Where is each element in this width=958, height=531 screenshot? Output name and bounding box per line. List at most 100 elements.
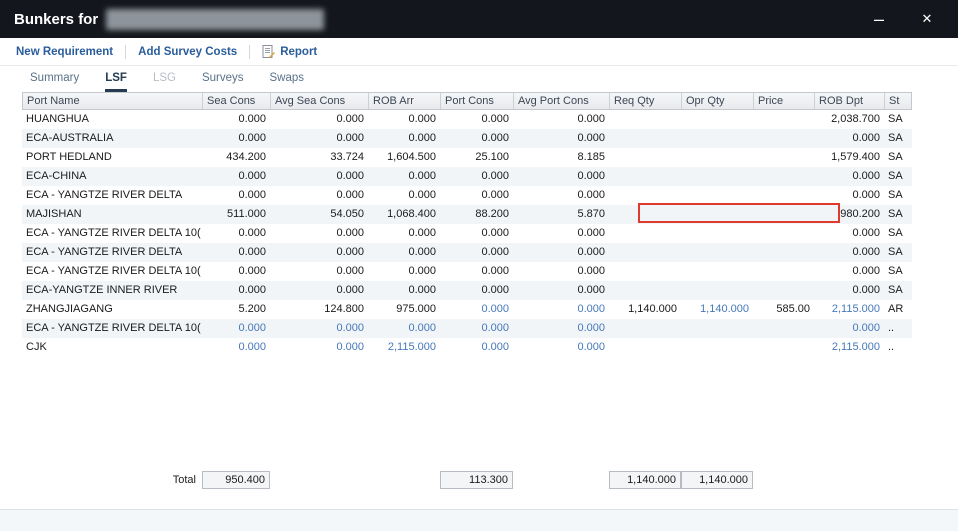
cell[interactable]: SA	[884, 205, 912, 224]
cell[interactable]: 0.000	[440, 110, 513, 129]
cell[interactable]: SA	[884, 167, 912, 186]
table-row[interactable]: MAJISHAN511.00054.0501,068.40088.2005.87…	[22, 205, 912, 224]
cell[interactable]: 0.000	[440, 338, 513, 357]
cell[interactable]: 0.000	[202, 338, 270, 357]
table-row[interactable]: ECA - YANGTZE RIVER DELTA0.0000.0000.000…	[22, 243, 912, 262]
cell[interactable]: 0.000	[440, 281, 513, 300]
cell[interactable]: 1,579.400	[814, 148, 884, 167]
cell[interactable]: SA	[884, 262, 912, 281]
table-row[interactable]: ECA - YANGTZE RIVER DELTA 10(0.0000.0000…	[22, 319, 912, 338]
cell[interactable]: 0.000	[368, 319, 440, 338]
cell[interactable]: 54.050	[270, 205, 368, 224]
table-row[interactable]: HUANGHUA0.0000.0000.0000.0000.0002,038.7…	[22, 110, 912, 129]
cell[interactable]: 0.000	[202, 110, 270, 129]
cell[interactable]: 0.000	[202, 129, 270, 148]
cell[interactable]: 0.000	[202, 243, 270, 262]
cell[interactable]: ECA-CHINA	[22, 167, 202, 186]
column-header-rob-arr[interactable]: ROB Arr	[369, 93, 441, 109]
cell[interactable]: 975.000	[368, 300, 440, 319]
table-row[interactable]: ECA - YANGTZE RIVER DELTA0.0000.0000.000…	[22, 186, 912, 205]
cell[interactable]: 0.000	[814, 186, 884, 205]
cell[interactable]: 1,068.400	[368, 205, 440, 224]
cell[interactable]: 0.000	[270, 110, 368, 129]
cell[interactable]	[681, 167, 753, 186]
cell[interactable]: 25.100	[440, 148, 513, 167]
cell[interactable]: 0.000	[814, 262, 884, 281]
column-header-price[interactable]: Price	[754, 93, 815, 109]
cell[interactable]: 0.000	[270, 129, 368, 148]
cell[interactable]: 0.000	[368, 110, 440, 129]
cell[interactable]: 88.200	[440, 205, 513, 224]
cell[interactable]: ECA - YANGTZE RIVER DELTA	[22, 243, 202, 262]
cell[interactable]: ECA - YANGTZE RIVER DELTA 10(	[22, 262, 202, 281]
cell[interactable]: 1,604.500	[368, 148, 440, 167]
cell[interactable]: 0.000	[513, 300, 609, 319]
cell[interactable]: 0.000	[368, 243, 440, 262]
cell[interactable]	[609, 148, 681, 167]
cell[interactable]: 0.000	[202, 281, 270, 300]
new-requirement-button[interactable]: New Requirement	[16, 46, 125, 58]
cell[interactable]	[609, 205, 681, 224]
cell[interactable]: 585.00	[753, 300, 814, 319]
cell[interactable]: 0.000	[440, 224, 513, 243]
cell[interactable]: 980.200	[814, 205, 884, 224]
cell[interactable]: 2,115.000	[814, 300, 884, 319]
cell[interactable]	[609, 224, 681, 243]
add-survey-costs-button[interactable]: Add Survey Costs	[126, 46, 249, 58]
cell[interactable]: 0.000	[814, 224, 884, 243]
cell[interactable]: 0.000	[270, 167, 368, 186]
cell[interactable]	[753, 243, 814, 262]
cell[interactable]: 2,038.700	[814, 110, 884, 129]
table-row[interactable]: ECA-CHINA0.0000.0000.0000.0000.0000.000S…	[22, 167, 912, 186]
cell[interactable]	[753, 262, 814, 281]
column-header-port-name[interactable]: Port Name	[23, 93, 203, 109]
column-header-port-cons[interactable]: Port Cons	[441, 93, 514, 109]
cell[interactable]: PORT HEDLAND	[22, 148, 202, 167]
cell[interactable]: 0.000	[513, 319, 609, 338]
cell[interactable]: 33.724	[270, 148, 368, 167]
cell[interactable]: 0.000	[440, 243, 513, 262]
cell[interactable]: 0.000	[270, 338, 368, 357]
cell[interactable]	[681, 319, 753, 338]
tab-surveys[interactable]: Surveys	[202, 72, 244, 92]
cell[interactable]: SA	[884, 224, 912, 243]
column-header-opr-qty[interactable]: Opr Qty	[682, 93, 754, 109]
cell[interactable]: HUANGHUA	[22, 110, 202, 129]
cell[interactable]: SA	[884, 186, 912, 205]
cell[interactable]: 0.000	[513, 224, 609, 243]
cell[interactable]: ECA - YANGTZE RIVER DELTA 10(	[22, 224, 202, 243]
cell[interactable]	[753, 224, 814, 243]
cell[interactable]: ECA - YANGTZE RIVER DELTA	[22, 186, 202, 205]
cell[interactable]: 0.000	[814, 167, 884, 186]
cell[interactable]: ..	[884, 319, 912, 338]
tab-lsg[interactable]: LSG	[153, 72, 176, 92]
cell[interactable]: 2,115.000	[368, 338, 440, 357]
tab-summary[interactable]: Summary	[30, 72, 79, 92]
cell[interactable]: 0.000	[440, 186, 513, 205]
cell[interactable]: AR	[884, 300, 912, 319]
cell[interactable]	[753, 148, 814, 167]
cell[interactable]	[681, 243, 753, 262]
cell[interactable]	[681, 205, 753, 224]
cell[interactable]	[609, 243, 681, 262]
cell[interactable]	[681, 110, 753, 129]
cell[interactable]: 0.000	[814, 243, 884, 262]
cell[interactable]	[681, 224, 753, 243]
column-header-avg-port-cons[interactable]: Avg Port Cons	[514, 93, 610, 109]
table-row[interactable]: CJK0.0000.0002,115.0000.0000.0002,115.00…	[22, 338, 912, 357]
cell[interactable]: 0.000	[202, 319, 270, 338]
cell[interactable]	[753, 167, 814, 186]
cell[interactable]: 0.000	[814, 281, 884, 300]
cell[interactable]: 511.000	[202, 205, 270, 224]
cell[interactable]	[681, 148, 753, 167]
cell[interactable]	[609, 129, 681, 148]
cell[interactable]: ECA - YANGTZE RIVER DELTA 10(	[22, 319, 202, 338]
cell[interactable]: 0.000	[440, 129, 513, 148]
cell[interactable]	[609, 319, 681, 338]
table-row[interactable]: ECA - YANGTZE RIVER DELTA 10(0.0000.0000…	[22, 224, 912, 243]
column-header-sea-cons[interactable]: Sea Cons	[203, 93, 271, 109]
column-header-st[interactable]: St	[885, 93, 913, 109]
cell[interactable]	[681, 262, 753, 281]
cell[interactable]: SA	[884, 281, 912, 300]
table-row[interactable]: ECA-AUSTRALIA0.0000.0000.0000.0000.0000.…	[22, 129, 912, 148]
